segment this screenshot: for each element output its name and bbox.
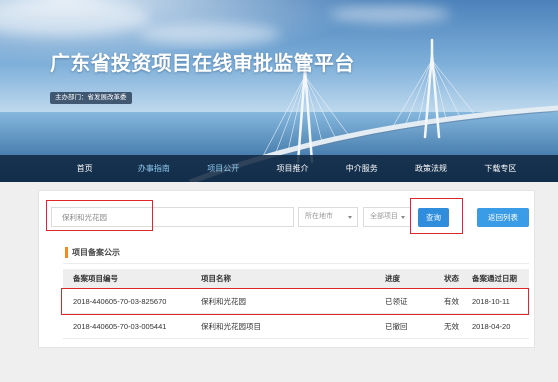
project-type-select-value: 全部项目: [370, 213, 398, 220]
section-title: 项目备案公示: [72, 248, 120, 257]
column-header-progress: 进度: [385, 274, 400, 283]
table-header: 备案项目编号 项目名称 进度 状态 备案通过日期: [63, 269, 529, 289]
project-name-search-input[interactable]: [51, 207, 294, 227]
page: 广东省投资项目在线审批监管平台 主办部门：省发展改革委 首页 办事指南 项目公开…: [0, 0, 558, 382]
chevron-down-icon: [401, 216, 405, 219]
nav-item-policy[interactable]: 政策法规: [396, 155, 465, 182]
cell-status: 有效: [444, 297, 459, 306]
nav-item-home[interactable]: 首页: [50, 155, 119, 182]
cell-record-number: 2018-440605-70-03-005441: [73, 322, 167, 331]
section-marker: [65, 247, 68, 258]
table-row[interactable]: 2018-440605-70-03-005441 保利和光花园项目 已撤回 无效…: [63, 314, 529, 339]
project-search-card: 所在地市 全部项目 查询 返回列表 项目备案公示 备案项目编号 项目名称 进度 …: [38, 190, 535, 348]
site-title: 广东省投资项目在线审批监管平台: [50, 53, 355, 75]
cell-record-number: 2018-440605-70-03-825670: [73, 297, 167, 306]
site-banner: 广东省投资项目在线审批监管平台 主办部门：省发展改革委 首页 办事指南 项目公开…: [0, 0, 558, 182]
column-header-status: 状态: [444, 274, 459, 283]
section-divider: [63, 263, 529, 264]
city-select-value: 所在地市: [305, 213, 333, 220]
column-header-project-name: 项目名称: [201, 274, 231, 283]
cell-approval-date: 2018-04-20: [472, 322, 511, 331]
nav-item-project-disclosure[interactable]: 项目公开: [189, 155, 258, 182]
column-header-record-number: 备案项目编号: [73, 274, 118, 283]
back-to-list-button[interactable]: 返回列表: [477, 208, 529, 227]
nav-item-intermediary[interactable]: 中介服务: [327, 155, 396, 182]
nav-item-guide[interactable]: 办事指南: [119, 155, 188, 182]
filing-table: 备案项目编号 项目名称 进度 状态 备案通过日期 2018-440605-70-…: [63, 269, 529, 339]
cell-approval-date: 2018-10-11: [472, 297, 510, 306]
query-button[interactable]: 查询: [418, 208, 449, 227]
nav-item-downloads[interactable]: 下载专区: [466, 155, 535, 182]
nav-item-project-promotion[interactable]: 项目推介: [258, 155, 327, 182]
cell-progress: 已领证: [385, 297, 408, 306]
sponsor-badge: 主办部门：省发展改革委: [50, 92, 132, 104]
nav-list: 首页 办事指南 项目公开 项目推介 中介服务 政策法规 下载专区: [50, 155, 535, 182]
cell-progress: 已撤回: [385, 322, 408, 331]
chevron-down-icon: [348, 216, 352, 219]
main-nav: 首页 办事指南 项目公开 项目推介 中介服务 政策法规 下载专区: [0, 155, 558, 182]
project-type-select[interactable]: 全部项目: [363, 207, 411, 227]
column-header-approval-date: 备案通过日期: [472, 274, 517, 283]
table-row[interactable]: 2018-440605-70-03-825670 保利和光花园 已领证 有效 2…: [63, 289, 529, 314]
city-select[interactable]: 所在地市: [298, 207, 358, 227]
cell-project-name: 保利和光花园: [201, 297, 246, 306]
cell-project-name: 保利和光花园项目: [201, 322, 261, 331]
cell-status: 无效: [444, 322, 459, 331]
